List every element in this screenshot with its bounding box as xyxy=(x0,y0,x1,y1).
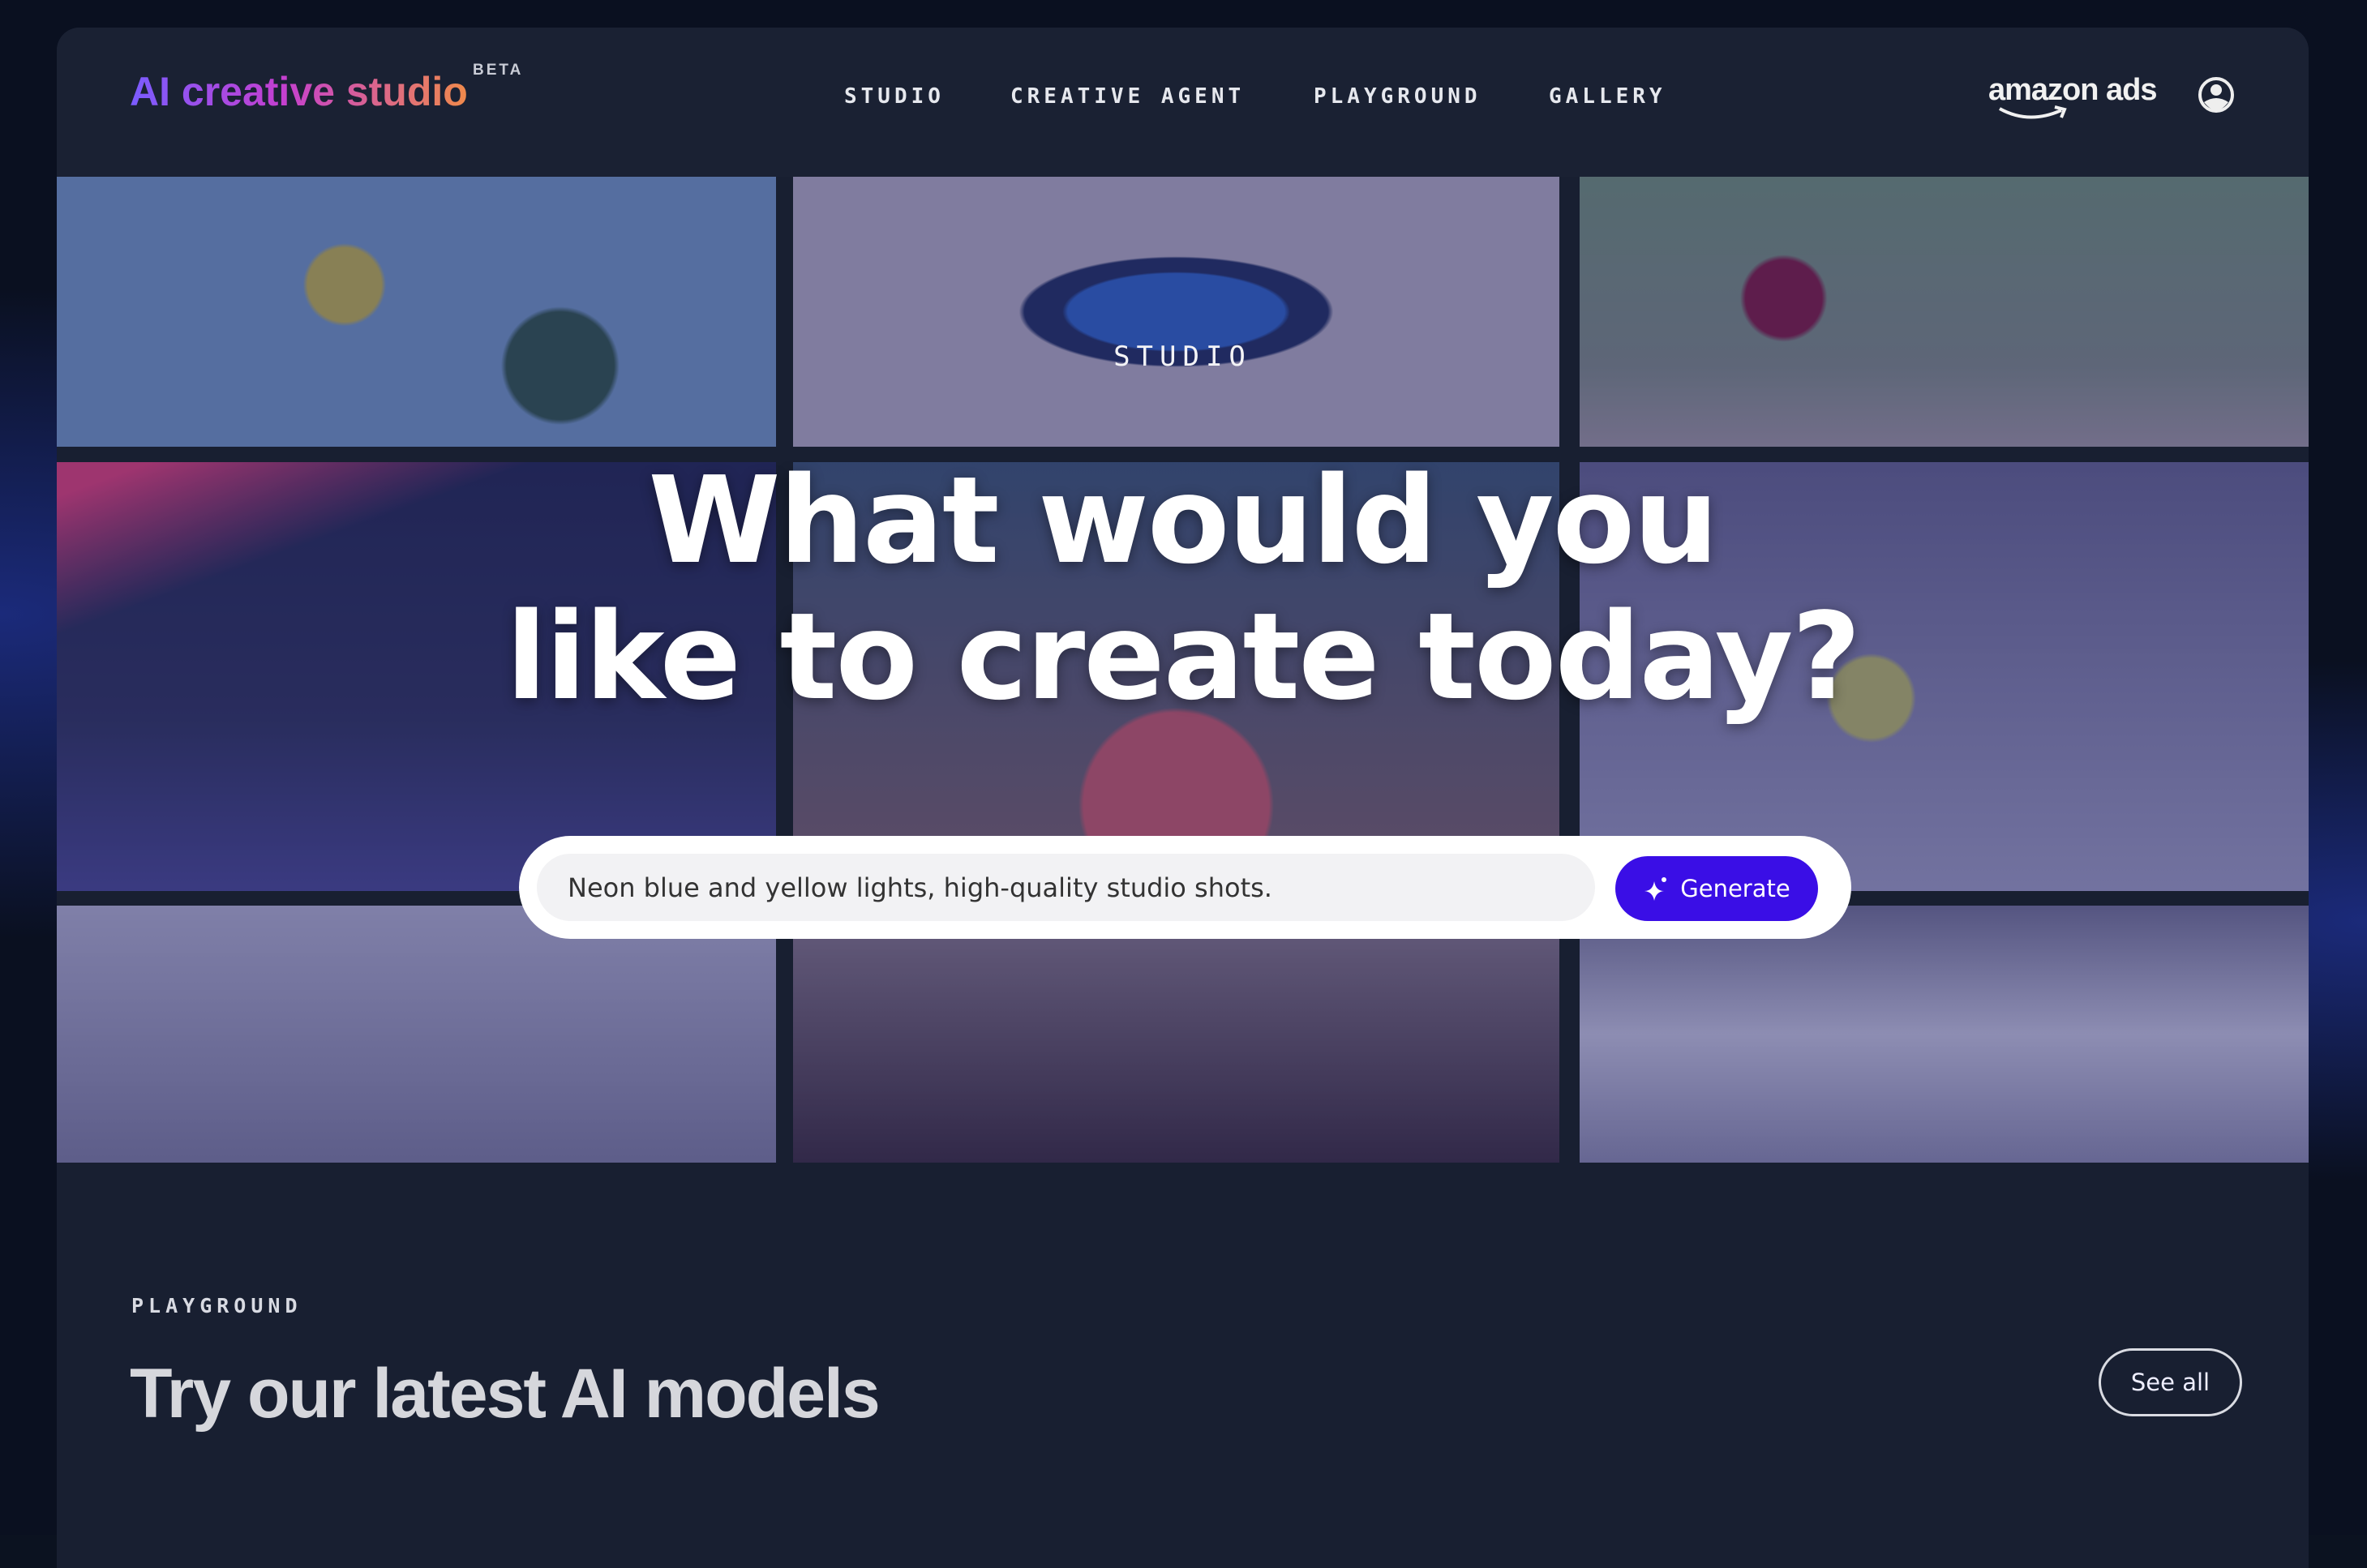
playground-title: Try our latest AI models xyxy=(130,1355,881,1433)
image-laptop-desk[interactable] xyxy=(793,177,1559,447)
nav-gallery[interactable]: GALLERY xyxy=(1549,84,1666,109)
brand-text: amazon ads xyxy=(1988,73,2158,107)
image-window-room[interactable] xyxy=(57,906,776,1163)
user-circle-icon[interactable] xyxy=(2198,76,2235,114)
prompt-bar: Generate xyxy=(519,836,1851,939)
top-nav-bar: AI creative studio BETA STUDIO CREATIVE … xyxy=(57,28,2309,177)
hero-eyebrow: STUDIO xyxy=(1113,341,1252,373)
amazon-ads-logo[interactable]: amazon ads xyxy=(1988,73,2158,119)
nav-studio[interactable]: STUDIO xyxy=(844,84,945,109)
image-coffee[interactable] xyxy=(793,906,1559,1163)
playground-eyebrow: PLAYGROUND xyxy=(131,1294,302,1317)
generate-button[interactable]: Generate xyxy=(1615,856,1818,921)
nav-playground[interactable]: PLAYGROUND xyxy=(1314,84,1482,109)
image-perfume-flowers[interactable] xyxy=(1580,177,2309,447)
beta-badge: BETA xyxy=(473,62,524,79)
amazon-smile-icon xyxy=(1999,105,2067,119)
headline-line-2: like to create today? xyxy=(505,587,1861,726)
headline-line-1: What would you xyxy=(648,451,1718,590)
nav-creative-agent[interactable]: CREATIVE AGENT xyxy=(1010,84,1245,109)
prompt-input[interactable] xyxy=(537,854,1595,921)
hero-headline: What would you like to create today? xyxy=(57,452,2309,725)
generate-label: Generate xyxy=(1680,875,1790,902)
logo[interactable]: AI creative studio xyxy=(130,68,468,115)
hero-section: STUDIO What would you like to create tod… xyxy=(57,177,2309,1163)
see-all-button[interactable]: See all xyxy=(2099,1348,2242,1416)
image-lemon-bottle[interactable] xyxy=(57,177,776,447)
app-window: AI creative studio BETA STUDIO CREATIVE … xyxy=(57,28,2309,1568)
image-bedroom[interactable] xyxy=(1580,906,2309,1163)
sparkle-icon xyxy=(1644,877,1667,901)
